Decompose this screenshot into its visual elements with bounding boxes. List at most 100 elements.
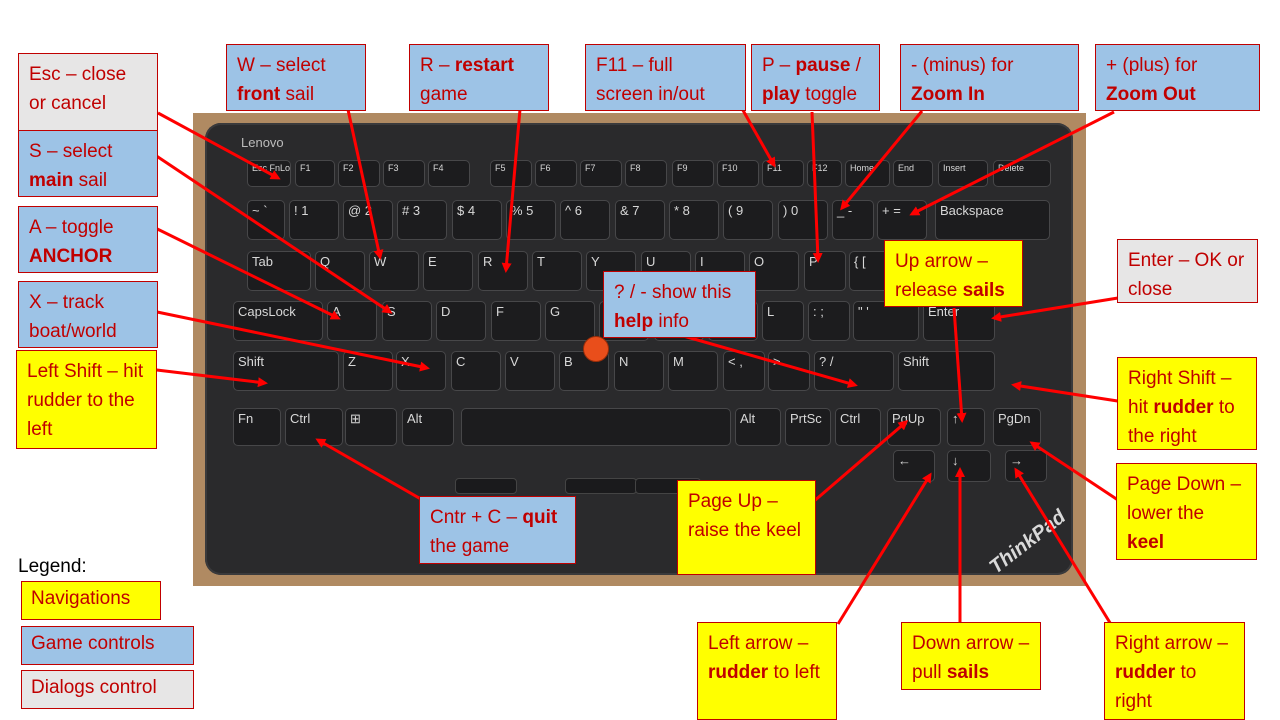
- callout-ctrlc-text: Cntr + C –: [430, 507, 523, 528]
- key-0-4: F4: [428, 160, 470, 187]
- callout-rshift: Right Shift – hit rudder to the right: [1117, 357, 1257, 450]
- key-0-15: Insert: [938, 160, 988, 187]
- callout-w-text: front: [237, 84, 281, 105]
- callout-enter-text: Enter – OK or close: [1128, 250, 1245, 300]
- key-4-8: < ,: [723, 351, 765, 391]
- key-5-9: ↑: [947, 408, 985, 446]
- key-5-7: Ctrl: [835, 408, 881, 446]
- key-3-3: D: [436, 301, 486, 341]
- callout-pgdn: Page Down – lower the keel: [1116, 463, 1257, 560]
- key-2-2: W: [369, 251, 419, 291]
- callout-a-text: A – toggle: [29, 217, 114, 238]
- callout-up: Up arrow – release sails: [884, 240, 1023, 307]
- key-2-4: R: [478, 251, 528, 291]
- key-4-6: N: [614, 351, 664, 391]
- callout-w-text: sail: [280, 84, 315, 105]
- callout-w-text: W – select: [237, 55, 326, 76]
- callout-a: A – toggle ANCHOR: [18, 206, 158, 273]
- callout-down: Down arrow – pull sails: [901, 622, 1041, 690]
- key-0-3: F3: [383, 160, 425, 187]
- callout-s-text: sail: [73, 170, 108, 191]
- callout-up-text: sails: [962, 280, 1005, 301]
- key-0-10: F10: [717, 160, 759, 187]
- callout-help-text: info: [653, 311, 689, 332]
- callout-right-text: Right arrow –: [1115, 633, 1228, 654]
- callout-r-text: restart: [454, 55, 515, 76]
- key-4-2: X: [396, 351, 446, 391]
- callout-f11: F11 – full screen in/out: [585, 44, 746, 111]
- key-1-2: @ 2: [343, 200, 393, 240]
- keyboard-photo: Lenovo ThinkPad Esc FnLockF1F2F3F4 F5F6F7…: [193, 113, 1086, 586]
- key-3-0: CapsLock: [233, 301, 323, 341]
- key-2-3: E: [423, 251, 473, 291]
- key-0-6: F6: [535, 160, 577, 187]
- key-0-0: Esc FnLock: [247, 160, 291, 187]
- callout-lshift: Left Shift – hit rudder to the left: [16, 350, 157, 449]
- key-1-12: + =: [877, 200, 927, 240]
- key-1-1: ! 1: [289, 200, 339, 240]
- key-4-0: Shift: [233, 351, 339, 391]
- callout-r-text: game: [420, 84, 468, 105]
- key-0-1: F1: [295, 160, 335, 187]
- key-0-9: F9: [672, 160, 714, 187]
- key-0-8: F8: [625, 160, 667, 187]
- callout-help-text: help: [614, 311, 654, 332]
- key-5-2: ⊞: [345, 408, 397, 446]
- callout-rshift-text: rudder: [1153, 397, 1214, 418]
- key-3-2: S: [382, 301, 432, 341]
- key-1-4: $ 4: [452, 200, 502, 240]
- key-1-8: * 8: [669, 200, 719, 240]
- legend-item-grey: Dialogs control: [21, 670, 194, 709]
- key-5-3: Alt: [402, 408, 454, 446]
- callout-s-text: main: [29, 170, 74, 191]
- key-4-1: Z: [343, 351, 393, 391]
- callout-p-text: play: [762, 84, 801, 105]
- key-1-5: % 5: [506, 200, 556, 240]
- key-4-11: Shift: [898, 351, 995, 391]
- callout-s: S – select main sail: [18, 130, 158, 197]
- key-1-13: Backspace: [935, 200, 1050, 240]
- callout-s-text: S – select: [29, 141, 113, 162]
- trackpoint-button-0: [455, 478, 517, 494]
- callout-r: R – restart game: [409, 44, 549, 111]
- key-4-4: V: [505, 351, 555, 391]
- callout-plus-text: Zoom Out: [1106, 84, 1196, 105]
- key-0-13: Home: [845, 160, 890, 187]
- key-5-4: [461, 408, 731, 446]
- key-5-0: Fn: [233, 408, 281, 446]
- key-3-1: A: [327, 301, 377, 341]
- callout-left: Left arrow – rudder to left: [697, 622, 837, 720]
- callout-left-text: rudder: [708, 662, 769, 683]
- callout-p: P – pause / play toggle: [751, 44, 880, 111]
- callout-help-text: ? / - show this: [614, 282, 732, 303]
- key-2-9: O: [749, 251, 799, 291]
- callout-r-text: R –: [420, 55, 455, 76]
- callout-pgup: Page Up – raise the keel: [677, 480, 816, 575]
- callout-ctrlc: Cntr + C – quit the game: [419, 496, 576, 564]
- callout-w: W – select front sail: [226, 44, 366, 111]
- callout-right-text: rudder: [1115, 662, 1176, 683]
- key-0-7: F7: [580, 160, 622, 187]
- callout-x-text: X – track boat/world: [29, 292, 117, 342]
- key-4-7: M: [668, 351, 718, 391]
- callout-right: Right arrow – rudder to right: [1104, 622, 1245, 720]
- callout-pgdn-text: Page Down – lower the: [1127, 474, 1242, 524]
- key-4-10: ? /: [814, 351, 894, 391]
- callout-left-text: to left: [768, 662, 820, 683]
- key-1-0: ~ `: [247, 200, 285, 240]
- legend-item-blue: Game controls: [21, 626, 194, 665]
- key-0-2: F2: [338, 160, 380, 187]
- key-6-2: →: [1005, 450, 1047, 482]
- key-1-3: # 3: [397, 200, 447, 240]
- callout-p-text: /: [850, 55, 861, 76]
- callout-minus: - (minus) for Zoom In: [900, 44, 1079, 111]
- key-2-0: Tab: [247, 251, 311, 291]
- legend-item-yellow: Navigations: [21, 581, 161, 620]
- key-3-4: F: [491, 301, 541, 341]
- callout-left-text: Left arrow –: [708, 633, 809, 654]
- callout-plus-text: + (plus) for: [1106, 55, 1198, 76]
- key-5-1: Ctrl: [285, 408, 343, 446]
- legend-title: Legend:: [18, 556, 87, 577]
- key-4-3: C: [451, 351, 501, 391]
- callout-x: X – track boat/world: [18, 281, 158, 348]
